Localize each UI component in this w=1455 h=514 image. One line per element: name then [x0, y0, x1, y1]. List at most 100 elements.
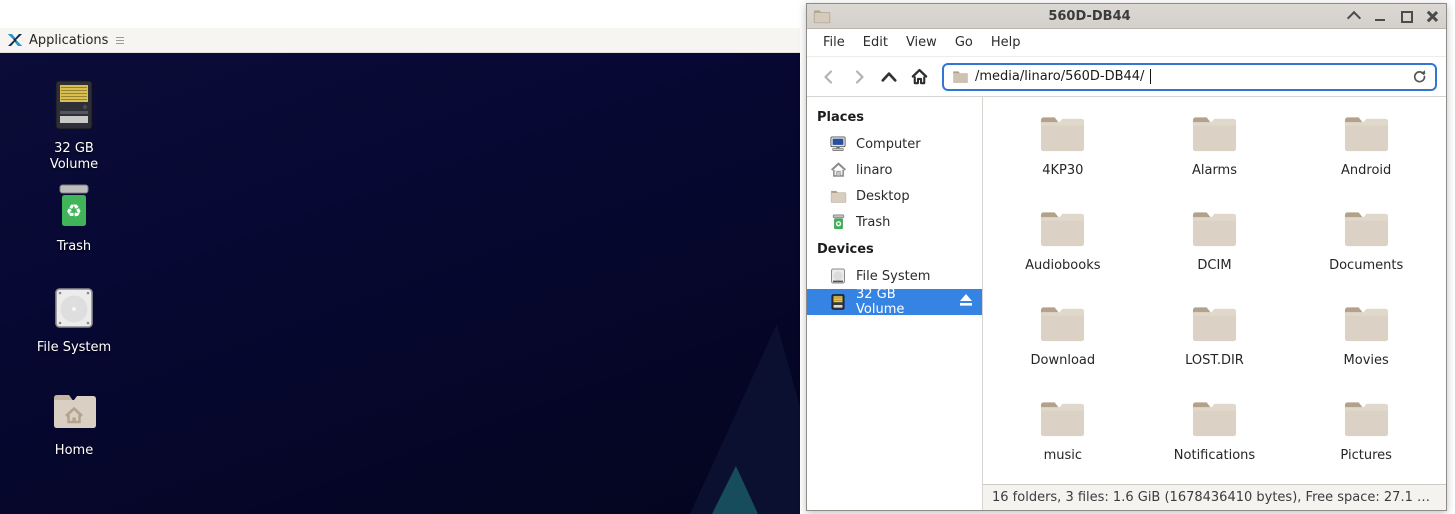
location-bar[interactable]: /media/linaro/560D-DB44/	[942, 62, 1437, 91]
desktop-icon-removable-volume[interactable]: 32 GB Volume	[22, 80, 126, 174]
folder-dcim[interactable]: DCIM	[1139, 209, 1291, 304]
maximize-button[interactable]	[1400, 10, 1413, 23]
sidebar-item-label: File System	[856, 268, 931, 284]
sidebar-item-trash[interactable]: Trash	[807, 209, 982, 235]
text-caret	[1150, 69, 1152, 84]
removable-volume-icon	[52, 80, 96, 134]
folder-notifications[interactable]: Notifications	[1139, 399, 1291, 484]
folder-icon	[829, 187, 847, 205]
titlebar[interactable]: 560D-DB44	[807, 4, 1446, 29]
desktop-icon-label: 32 GB Volume	[49, 141, 99, 173]
folder-alarms[interactable]: Alarms	[1139, 114, 1291, 209]
minimize-button[interactable]	[1374, 10, 1386, 22]
folder-icon	[1343, 209, 1390, 253]
folder-label: LOST.DIR	[1185, 353, 1244, 368]
folder-pictures[interactable]: Pictures	[1290, 399, 1442, 484]
xfce-panel: Applications	[0, 28, 800, 53]
sidebar-item-label: linaro	[856, 162, 893, 178]
folder-label: Alarms	[1191, 163, 1237, 178]
desktop-icon-label: Home	[54, 443, 94, 458]
statusbar-text: 16 folders, 3 files: 1.6 GiB (1678436410…	[992, 490, 1430, 505]
statusbar: 16 folders, 3 files: 1.6 GiB (1678436410…	[983, 484, 1446, 510]
menu-go[interactable]: Go	[947, 32, 981, 53]
folder-label: Movies	[1343, 353, 1389, 368]
path-input[interactable]: /media/linaro/560D-DB44/	[975, 69, 1144, 84]
window-title: 560D-DB44	[1048, 8, 1131, 24]
sidebar: Places Computer linaro Desktop Trash Devices F…	[807, 97, 983, 510]
folder-label: Documents	[1329, 258, 1404, 273]
folder-music[interactable]: music	[987, 399, 1139, 484]
folder-4kp30[interactable]: 4KP30	[987, 114, 1139, 209]
shade-button[interactable]	[1348, 10, 1360, 22]
menu-help[interactable]: Help	[983, 32, 1029, 53]
removable-drive-icon	[829, 293, 847, 311]
folder-movies[interactable]: Movies	[1290, 304, 1442, 399]
menu-view[interactable]: View	[898, 32, 945, 53]
menubar: File Edit View Go Help	[807, 29, 1446, 57]
folder-audiobooks[interactable]: Audiobooks	[987, 209, 1139, 304]
home-button[interactable]	[906, 64, 932, 90]
close-button[interactable]	[1426, 10, 1438, 22]
sidebar-item-linaro[interactable]: linaro	[807, 157, 982, 183]
path-folder-icon	[952, 70, 969, 84]
up-button[interactable]	[876, 64, 902, 90]
folder-label: Download	[1030, 353, 1096, 368]
folder-documents[interactable]: Documents	[1290, 209, 1442, 304]
applications-menu[interactable]: Applications	[29, 33, 108, 48]
sidebar-item-label: Computer	[856, 136, 921, 152]
folder-label: DCIM	[1197, 258, 1232, 273]
filesystem-icon	[53, 287, 95, 333]
folder-label: Notifications	[1173, 448, 1256, 463]
folder-icon	[1191, 304, 1238, 348]
sidebar-item-computer[interactable]: Computer	[807, 131, 982, 157]
sidebar-item-desktop[interactable]: Desktop	[807, 183, 982, 209]
folder-view: 4KP30 Alarms Android Audiobooks DCIM Document…	[983, 97, 1446, 484]
folder-icon	[1343, 399, 1390, 443]
window-folder-icon	[813, 9, 831, 24]
folder-lost-dir[interactable]: LOST.DIR	[1139, 304, 1291, 399]
window-controls	[1348, 10, 1438, 23]
menu-edit[interactable]: Edit	[855, 32, 896, 53]
devices-header: Devices	[817, 242, 874, 257]
folder-icon	[1191, 399, 1238, 443]
desktop: Applications 32 GB Volume ♻ Trash File Syst…	[0, 0, 800, 514]
home-folder-icon	[50, 390, 98, 436]
folder-label: 4KP30	[1042, 163, 1084, 178]
back-button[interactable]	[816, 64, 842, 90]
main-pane: 4KP30 Alarms Android Audiobooks DCIM Document…	[983, 97, 1446, 510]
folder-icon	[1039, 114, 1086, 158]
panel-overflow-icon[interactable]	[116, 36, 125, 44]
screen: Applications 32 GB Volume ♻ Trash File Syst…	[0, 0, 1455, 514]
sidebar-item-label: 32 GB Volume	[856, 287, 905, 317]
reload-icon[interactable]	[1412, 69, 1427, 84]
trash-icon	[829, 213, 847, 231]
svg-text:♻: ♻	[66, 201, 82, 222]
sidebar-item-32-gb-volume[interactable]: 32 GB Volume	[807, 287, 982, 317]
computer-icon	[829, 135, 847, 153]
folder-download[interactable]: Download	[987, 304, 1139, 399]
places-header: Places	[817, 110, 865, 125]
folder-label: Pictures	[1340, 448, 1392, 463]
window-body: Places Computer linaro Desktop Trash Devices F…	[807, 97, 1446, 510]
xfce-logo-icon[interactable]	[7, 32, 23, 48]
folder-icon	[1039, 304, 1086, 348]
folder-icon	[1343, 304, 1390, 348]
folder-android[interactable]: Android	[1290, 114, 1442, 209]
folder-icon	[1039, 209, 1086, 253]
file-manager-window: 560D-DB44 File Edit View Go Help /media/…	[806, 3, 1447, 511]
desktop-icon-home-folder[interactable]: Home	[22, 390, 126, 459]
folder-label: music	[1043, 448, 1083, 463]
folder-icon	[1191, 114, 1238, 158]
desktop-icon-trash[interactable]: ♻ Trash	[22, 184, 126, 255]
desktop-top-strip	[0, 0, 800, 28]
trash-icon: ♻	[54, 184, 94, 232]
forward-button[interactable]	[846, 64, 872, 90]
eject-icon[interactable]	[958, 293, 974, 311]
desktop-icon-label: Trash	[56, 239, 92, 254]
sidebar-item-file-system[interactable]: File System	[807, 263, 982, 289]
harddisk-icon	[829, 267, 847, 285]
desktop-icon-filesystem[interactable]: File System	[22, 287, 126, 356]
menu-file[interactable]: File	[815, 32, 853, 53]
folder-icon	[1343, 114, 1390, 158]
folder-icon	[1191, 209, 1238, 253]
